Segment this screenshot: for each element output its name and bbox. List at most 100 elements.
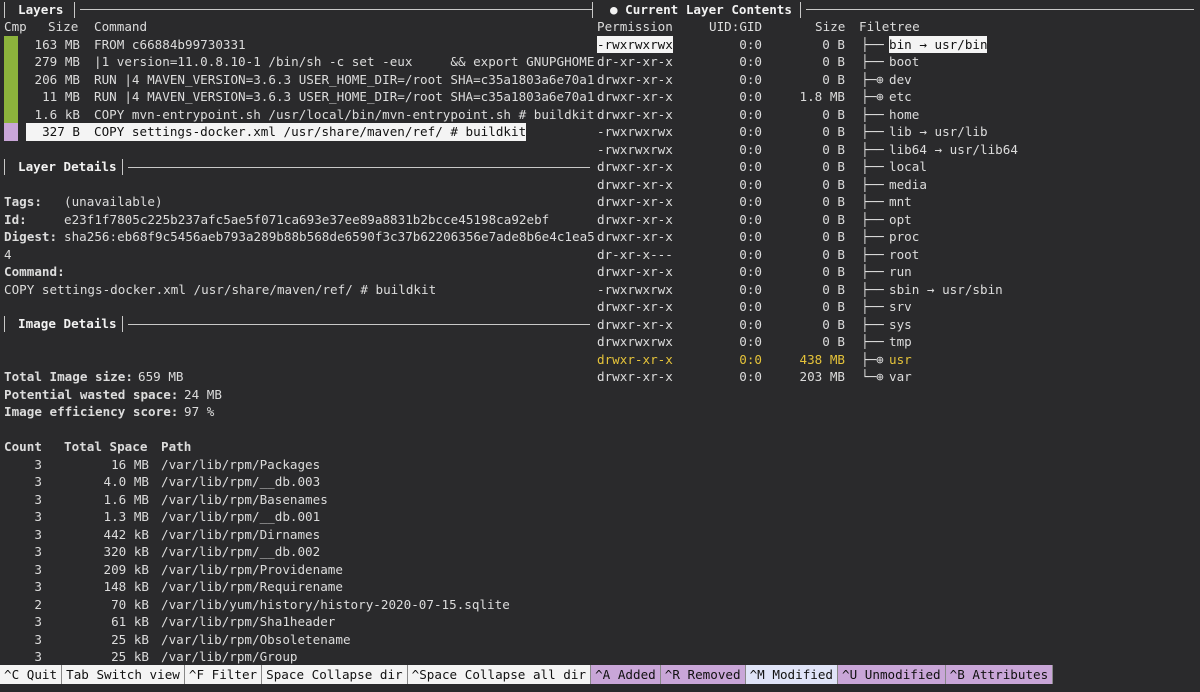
file-uidgid: 0:0 <box>739 246 762 262</box>
tree-branch-icon: ├── <box>861 124 892 139</box>
filetree-row[interactable]: -rwxrwxrwx 0:0 0 B ├── lib → usr/lib <box>0 123 1196 141</box>
file-size: 0 B <box>822 246 845 262</box>
panel-rule <box>80 9 590 10</box>
filetree-row[interactable]: drwxr-xr-x 0:0 0 B ├── run <box>0 263 1196 281</box>
file-size: 0 B <box>822 106 845 122</box>
file-permission: dr-xr-xr-x <box>597 54 673 69</box>
filetree-row[interactable]: drwxrwxrwx 0:0 0 B ├── tmp <box>0 333 1196 351</box>
filetree-row[interactable]: drwxr-xr-x 0:0 0 B ├── opt <box>0 211 1196 229</box>
file-size: 0 B <box>822 159 845 174</box>
wasted-path: /var/lib/yum/history/history-2020-07-15.… <box>161 596 510 612</box>
file-size: 0 B <box>822 36 845 52</box>
keybinding-removed[interactable]: ^R Removed <box>660 665 746 684</box>
file-name: usr <box>889 351 912 367</box>
file-name: lib → usr/lib <box>889 124 988 139</box>
file-uidgid: 0:0 <box>739 369 762 384</box>
file-name: bin → usr/bin <box>889 35 988 53</box>
wasted-space: 148 kB <box>103 579 150 594</box>
keybinding-collapse-all-dir[interactable]: ^Space Collapse all dir <box>407 665 592 684</box>
wasted-space: 70 kB <box>111 596 149 612</box>
wasted-path: /var/lib/rpm/__db.003 <box>161 474 321 489</box>
wasted-file-row: 3 148 kB/var/lib/rpm/Requirename <box>0 578 590 596</box>
keybinding-unmodified[interactable]: ^U Unmodified <box>838 665 946 684</box>
wasted-path: /var/lib/rpm/Sha1header <box>161 614 336 629</box>
wasted-count: 3 <box>34 526 42 542</box>
file-permission: -rwxrwxrwx <box>597 281 673 297</box>
wasted-count: 3 <box>34 491 42 507</box>
wasted-table-header: Count Total Space Path <box>0 438 600 456</box>
keybinding-attributes[interactable]: ^B Attributes <box>945 665 1054 684</box>
file-size: 0 B <box>822 211 845 227</box>
filetree-row[interactable]: drwxr-xr-x 0:0 0 B ├── media <box>0 176 1196 194</box>
filetree-row[interactable]: -rwxrwxrwx 0:0 0 B ├── sbin → usr/sbin <box>0 281 1196 299</box>
filetree-row[interactable]: drwxr-xr-x 0:0 0 B ├─⊕ dev <box>0 71 1196 89</box>
key-label: Attributes <box>972 667 1049 682</box>
wasted-space: 209 kB <box>103 561 150 577</box>
wasted-space: 1.6 MB <box>103 491 150 507</box>
key-label: Switch view <box>96 667 180 682</box>
file-name: sbin → usr/sbin <box>889 281 1003 297</box>
keybinding-filter[interactable]: ^F Filter <box>184 665 263 684</box>
key-label: Collapse all dir <box>464 667 587 682</box>
tree-branch-icon: ├── <box>861 159 892 174</box>
filetree-row[interactable]: drwxr-xr-x 0:0 203 MB └─⊕ var <box>0 368 1196 386</box>
tree-branch-icon: ├── <box>861 176 892 192</box>
filetree-row[interactable]: drwxr-xr-x 0:0 0 B ├── proc <box>0 228 1196 246</box>
keybinding-added[interactable]: ^A Added <box>591 665 661 684</box>
filetree-row[interactable]: drwxr-xr-x 0:0 0 B ├── local <box>0 158 1196 176</box>
file-uidgid: 0:0 <box>739 351 762 367</box>
file-uidgid: 0:0 <box>739 54 762 69</box>
file-size: 0 B <box>822 299 845 314</box>
tree-branch-icon: ├── <box>861 264 892 279</box>
file-size: 438 MB <box>799 351 846 367</box>
file-permission: drwxr-xr-x <box>597 264 673 279</box>
file-name: srv <box>889 299 912 314</box>
key-label: Unmodified <box>864 667 941 682</box>
key-combo: Tab <box>66 667 89 682</box>
wasted-count: 2 <box>34 596 42 612</box>
layers-panel-title: Layers <box>18 2 64 17</box>
keybinding-quit[interactable]: ^C Quit <box>0 665 63 684</box>
efficiency-value: 97 % <box>184 404 215 419</box>
file-name: sys <box>889 316 912 332</box>
wasted-file-row: 3 25 kB/var/lib/rpm/Group <box>0 648 590 666</box>
filetree-row[interactable]: drwxr-xr-x 0:0 0 B ├── srv <box>0 298 1196 316</box>
file-name: run <box>889 264 912 279</box>
filetree-row[interactable]: dr-xr-x--- 0:0 0 B ├── root <box>0 246 1196 264</box>
wasted-file-row: 3 1.3 MB/var/lib/rpm/__db.001 <box>0 508 590 526</box>
panel-rule <box>806 9 1194 10</box>
file-uidgid: 0:0 <box>739 334 762 349</box>
filetree-row[interactable]: -rwxrwxrwx 0:0 0 B ├── bin → usr/bin <box>0 35 1196 53</box>
file-uidgid: 0:0 <box>739 124 762 139</box>
file-uidgid: 0:0 <box>739 141 762 157</box>
keybinding-modified[interactable]: ^M Modified <box>745 665 839 684</box>
panel-border <box>74 2 75 18</box>
filetree-row[interactable]: drwxr-xr-x 0:0 0 B ├── home <box>0 106 1196 124</box>
file-uidgid: 0:0 <box>739 89 762 104</box>
file-name: media <box>889 176 927 192</box>
filetree-row[interactable]: drwxr-xr-x 0:0 0 B ├── sys <box>0 316 1196 334</box>
file-permission: drwxr-xr-x <box>597 299 673 314</box>
wasted-count: 3 <box>34 561 42 577</box>
filetree-header: Filetree <box>859 19 920 34</box>
key-label: Filter <box>211 667 258 682</box>
efficiency-label: Image efficiency score: <box>4 404 179 419</box>
wasted-file-row: 3 61 kB/var/lib/rpm/Sha1header <box>0 613 590 631</box>
tree-branch-icon: ├── <box>861 54 892 69</box>
tree-branch-icon: ├─⊕ <box>861 89 892 104</box>
keybinding-collapse-dir[interactable]: Space Collapse dir <box>262 665 408 684</box>
keybinding-switch-view[interactable]: Tab Switch view <box>62 665 185 684</box>
filetree-row[interactable]: dr-xr-xr-x 0:0 0 B ├── boot <box>0 53 1196 71</box>
filetree-row[interactable]: drwxr-xr-x 0:0 438 MB ├─⊕ usr <box>0 351 1196 369</box>
wasted-space: 61 kB <box>111 614 149 629</box>
wasted-file-row: 3 209 kB/var/lib/rpm/Providename <box>0 561 590 579</box>
filetree-row[interactable]: -rwxrwxrwx 0:0 0 B ├── lib64 → usr/lib64 <box>0 141 1196 159</box>
file-permission: drwxr-xr-x <box>597 89 673 104</box>
file-permission: -rwxrwxrwx <box>597 124 673 139</box>
filetree-row[interactable]: drwxr-xr-x 0:0 1.8 MB ├─⊕ etc <box>0 88 1196 106</box>
key-combo: Space <box>266 667 305 682</box>
uidgid-header: UID:GID <box>709 19 763 34</box>
tree-branch-icon: ├─⊕ <box>861 351 892 367</box>
filetree-row[interactable]: drwxr-xr-x 0:0 0 B ├── mnt <box>0 193 1196 211</box>
wasted-path: /var/lib/rpm/__db.001 <box>161 509 321 524</box>
